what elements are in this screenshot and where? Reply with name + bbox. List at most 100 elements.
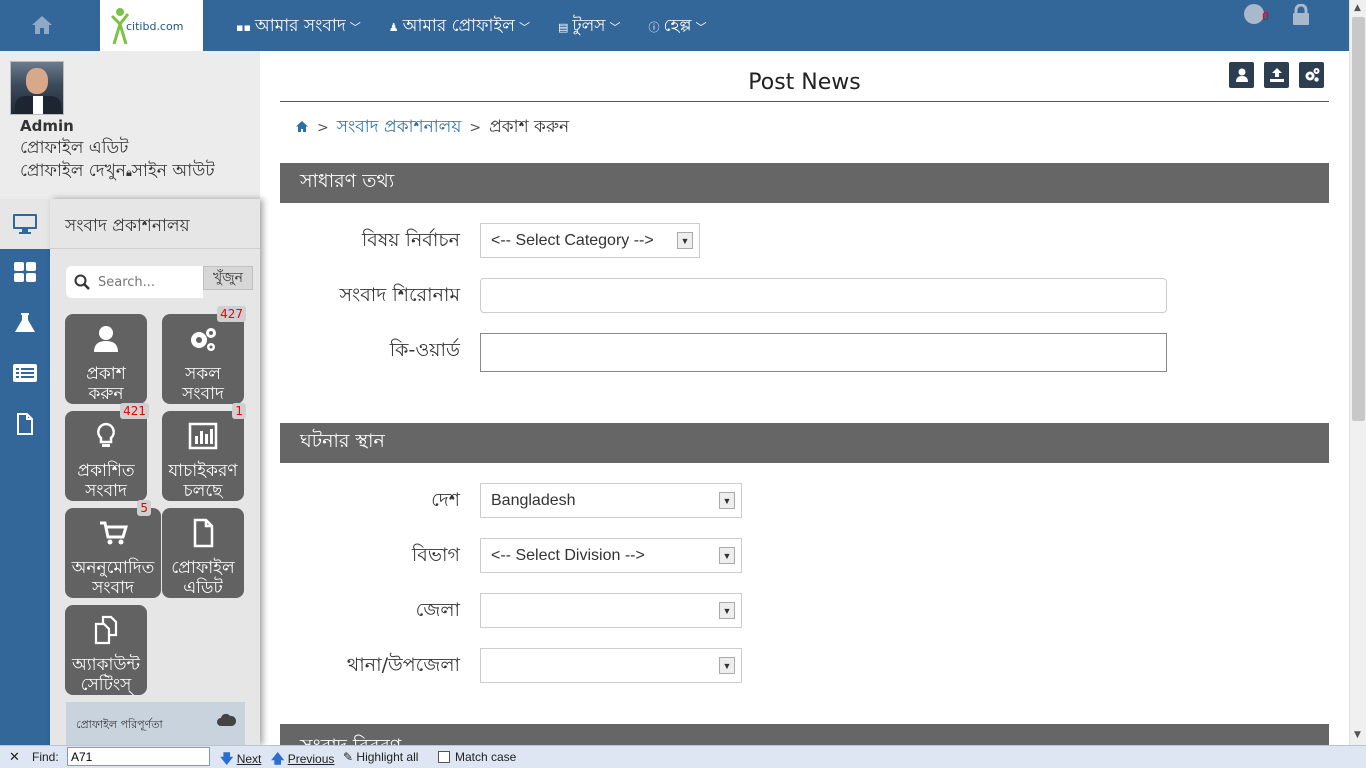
headline-input[interactable] [480,278,1167,313]
globe-notification-icon[interactable]: 0 [1244,4,1270,28]
find-input[interactable] [67,747,210,766]
chevron-down-icon: ▼ [719,547,735,564]
home-icon[interactable] [30,14,54,36]
scroll-down-icon[interactable]: ▼ [1354,730,1361,740]
tile-published-news[interactable]: প্রকাশিত সংবাদ 421 [65,403,149,501]
nav-tools[interactable]: ▤ টুলস ﹀ [558,13,621,41]
breadcrumb-current: প্রকাশ করুন [489,117,570,137]
sign-out-link[interactable]: সাইন আউট [132,161,215,181]
tile-label: করুন [88,384,124,404]
lock-icon[interactable] [1292,3,1310,26]
search-button[interactable]: খুঁজুন [203,266,253,290]
thana-select[interactable]: ▼ [480,648,742,683]
search-input[interactable] [98,274,198,290]
list-icon[interactable] [0,351,50,395]
user-links-row: প্রোফাইল দেখুন🔒︎সাইন আউট [20,158,215,186]
chevron-down-icon: ﹀ [349,21,361,34]
scroll-up-icon[interactable]: ▲ [1354,3,1361,13]
tile-label: সংবাদ [85,481,127,501]
section-news-details: সংবাদ বিবরণ [280,724,1329,745]
section-title: সংবাদ বিবরণ [300,732,401,745]
nav-label: আমার সংবাদ [254,16,346,36]
upload-icon [1269,68,1284,82]
tile-label: সংবাদ [182,384,224,404]
close-icon[interactable]: ✕ [9,749,20,765]
tile-account-settings[interactable]: অ্যাকাউন্ট সেটিংস্ [65,605,147,695]
category-select-value: <-- Select Category --> [491,231,654,249]
user-icon [1235,68,1248,82]
user-icon [94,326,118,352]
tile-unapproved-news[interactable]: অননুমোদিত সংবাদ 5 [65,500,161,598]
find-label: Find: [32,750,59,764]
nav-my-news[interactable]: ▪▪ আমার সংবাদ ﹀ [236,13,361,41]
user-button[interactable] [1229,62,1254,88]
document-icon[interactable] [0,402,50,446]
dashboard-icon[interactable] [0,250,50,294]
keyword-label: কি-ওয়ার্ড [389,339,460,361]
monitor-icon[interactable] [0,199,50,249]
division-label: বিভাগ [411,544,460,566]
news-menu-panel: সংবাদ প্রকাশনালয় খুঁজুন প্রকাশকরুন সকলস… [50,199,260,745]
flask-icon[interactable] [0,301,50,345]
tile-label: যাচাইকরণ [168,461,238,481]
country-label: দেশ [431,489,460,511]
tile-badge: 427 [217,306,246,322]
tile-label: এডিট [183,578,223,598]
scroll-thumb[interactable] [1352,17,1365,421]
chevron-down-icon: ﹀ [695,21,707,34]
upload-button[interactable] [1264,62,1289,88]
category-select[interactable]: <-- Select Category --> ▼ [480,223,700,258]
breadcrumb-separator: > [469,120,482,136]
nav-label: আমার প্রোফাইল [402,16,515,36]
match-case-checkbox[interactable]: Match case [438,750,516,764]
tile-label: প্রকাশ [86,364,126,384]
breadcrumb-link[interactable]: সংবাদ প্রকাশনালয় [337,114,462,142]
profile-view-link[interactable]: প্রোফাইল দেখুন [20,161,126,181]
section-title: সাধারণ তথ্য [300,170,395,192]
settings-button[interactable] [1299,62,1324,88]
find-next-button[interactable]: 🡇 Next [220,750,261,768]
find-next-label: Next [236,752,262,766]
tile-label: অ্যাকাউন্ট [71,655,141,675]
highlight-all-label: Highlight all [356,750,419,764]
section-event-location: ঘটনার স্থান [280,423,1329,463]
arrow-up-icon: 🡅 [271,751,285,766]
search-box [66,266,203,298]
home-icon[interactable] [295,118,309,138]
tile-publish[interactable]: প্রকাশ করুন [65,314,147,404]
tile-badge: 1 [232,403,246,419]
page-scrollbar[interactable]: ▲ ▼ [1349,0,1366,745]
top-right-icons: 0 [1244,3,1310,28]
highlight-all-button[interactable]: ✎ Highlight all [343,750,418,764]
tile-label: অননুমোদিত [71,558,155,578]
top-navbar: citibd.com ▪▪ আমার সংবাদ ﹀ ♟ আমার প্রোফা… [0,0,1349,51]
highlighter-icon: ✎ [343,750,354,764]
site-logo[interactable]: citibd.com [100,0,203,51]
tile-all-news[interactable]: সকল সংবাদ 427 [162,306,246,404]
search-icon [74,274,90,290]
user-icon: ♟ [388,20,399,34]
main-nav: ▪▪ আমার সংবাদ ﹀ ♟ আমার প্রোফাইল ﹀ ▤ টুলস… [236,13,707,41]
profile-completion-bar[interactable]: প্রোফাইল পরিপূর্ণতা [66,702,245,745]
grid-icon: ▪▪ [236,20,251,34]
page-title: Post News [748,70,861,95]
breadcrumb: > সংবাদ প্রকাশনালয় > প্রকাশ করুন [295,114,569,142]
tile-profile-edit[interactable]: প্রোফাইল এডিট [162,508,244,598]
action-buttons [1229,62,1324,88]
file-icon [193,518,214,548]
nav-my-profile[interactable]: ♟ আমার প্রোফাইল ﹀ [389,13,530,41]
country-select[interactable]: Bangladesh ▼ [480,483,742,518]
nav-help[interactable]: ⓘ হেল্প ﹀ [649,13,707,41]
find-previous-button[interactable]: 🡅 Previous [271,750,334,768]
profile-edit-label: প্রোফাইল এডিট [20,138,129,158]
keyword-input[interactable] [480,333,1167,372]
district-select[interactable]: ▼ [480,593,742,628]
division-select[interactable]: <-- Select Division --> ▼ [480,538,742,573]
tile-label: প্রোফাইল [171,558,235,578]
chevron-down-icon: ▼ [719,657,735,674]
tools-icon: ▤ [557,20,569,34]
avatar[interactable] [10,61,64,115]
tile-label: সেটিংস্ [80,675,132,695]
checkbox[interactable] [438,751,450,763]
tile-verification[interactable]: যাচাইকরণ চলছে 1 [162,403,246,501]
